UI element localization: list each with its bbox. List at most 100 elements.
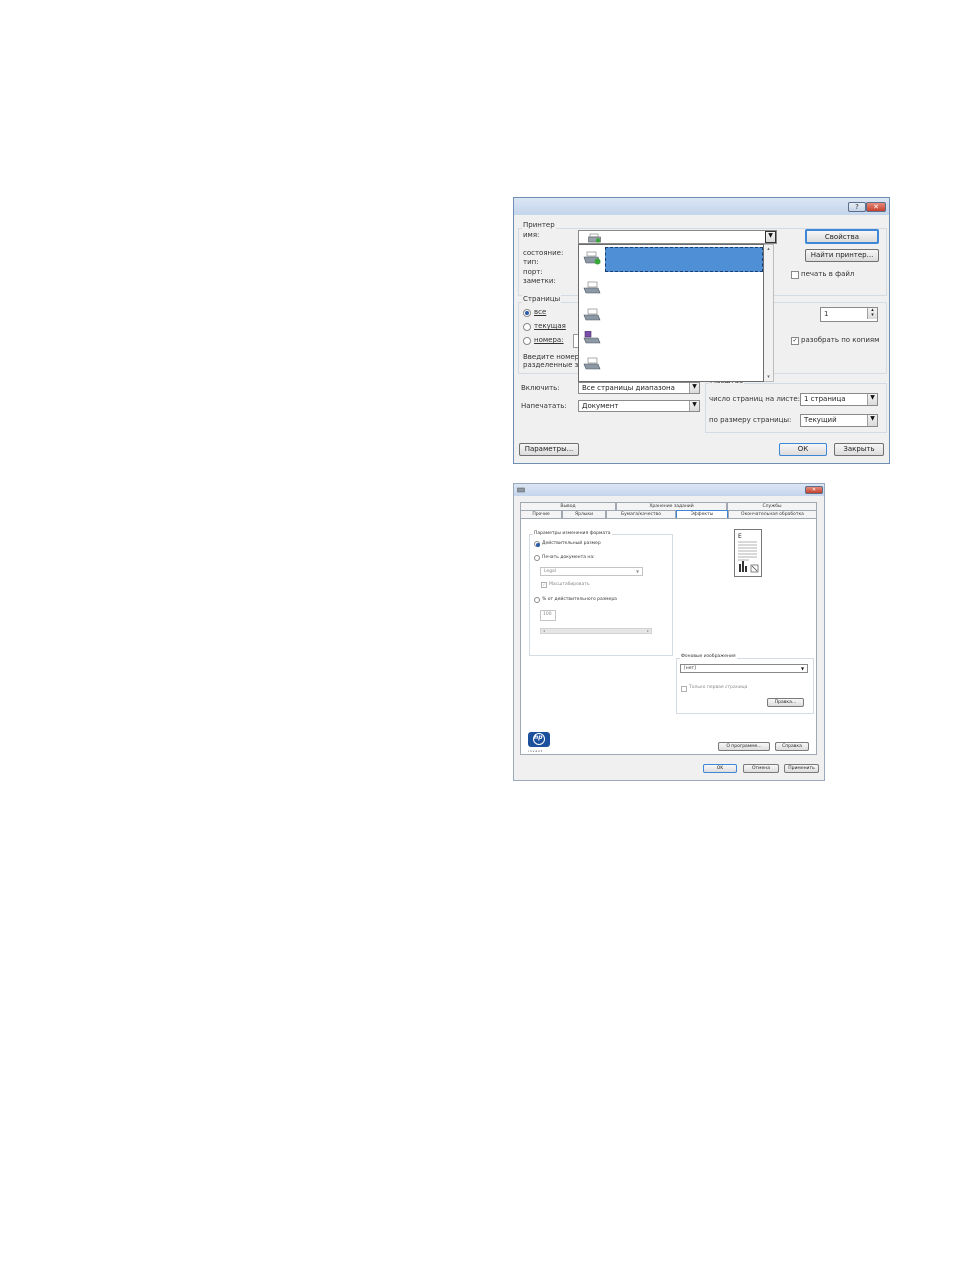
percent-slider[interactable]: ◂ ▸ [540,628,652,634]
scroll-down-icon[interactable]: ▾ [764,374,773,380]
printer-name-label: имя: [523,231,540,239]
tab-output[interactable]: Вывод [520,502,616,510]
scale-to-fit-label: Масштабировать [549,582,590,587]
hp-logo-text: hp [534,734,543,741]
chevron-down-icon[interactable]: ▼ [689,383,699,393]
include-label: Включить: [521,384,560,392]
scroll-up-icon[interactable]: ▴ [764,246,773,252]
printer-icon [583,281,601,294]
percent-value: 100 [543,612,552,617]
tab-label: Бумага/качество [621,512,661,517]
printer-name-select[interactable]: ▼ [578,230,777,244]
type-label: тип: [523,258,539,266]
print-dialog-titlebar [514,198,889,215]
print-what-select[interactable]: Документ ▼ [578,400,700,412]
close-icon[interactable]: ✕ [866,202,886,212]
dropdown-selected-item[interactable] [605,247,763,272]
about-button[interactable]: О программе... [718,742,770,751]
collate-checkbox[interactable]: ✓ [791,337,799,345]
pages-per-sheet-label: число страниц на листе: [709,395,800,403]
print-on-radio[interactable] [534,555,540,561]
actual-size-radio[interactable] [534,541,540,547]
paper-size-value: Legal [544,569,557,574]
actual-size-label: Действительный размер [542,541,601,546]
first-page-only-checkbox[interactable] [681,686,687,692]
paper-size-select[interactable]: Legal ▼ [540,567,643,576]
comment-label: заметки: [523,277,556,285]
cancel-button[interactable]: Отмена [743,764,779,773]
close-icon[interactable]: ✕ [805,486,823,494]
tab-label: Вывод [560,504,576,509]
dropdown-scrollbar[interactable]: ▴ ▾ [764,244,774,382]
document-preview-icon: E [738,533,759,573]
percent-input[interactable]: 100 [540,610,556,621]
tab-paper-quality[interactable]: Бумага/качество [606,510,676,518]
options-button[interactable]: Параметры... [519,443,579,456]
scale-to-paper-select[interactable]: Текущий ▼ [800,414,878,427]
percent-radio[interactable] [534,597,540,603]
chevron-down-icon[interactable]: ▼ [867,394,877,405]
page-numbers-radio[interactable] [523,337,531,345]
current-page-radio[interactable] [523,323,531,331]
print-dialog: ? ✕ Принтер имя: состояние: тип: порт: з… [513,197,890,464]
slider-left-icon[interactable]: ◂ [543,628,545,633]
help-button[interactable]: Справка [775,742,809,751]
pages-per-sheet-value: 1 страница [804,395,846,403]
include-select[interactable]: Все страницы диапазона ▼ [578,382,700,394]
printer-dropdown-list[interactable] [578,244,764,382]
all-pages-radio[interactable] [523,309,531,317]
print-to-file-label: печать в файл [801,270,855,278]
resize-group-label: Параметры изменения формата [533,531,612,536]
tab-shortcuts[interactable]: Ярлыки [562,510,606,518]
hp-invent-text: i n v e n t [528,749,543,753]
close-dialog-button[interactable]: Закрыть [834,443,884,456]
fax-printer-icon [583,331,601,344]
current-page-label: текущая [534,322,566,330]
tab-label: Эффекты [690,512,714,517]
pages-per-sheet-select[interactable]: 1 страница ▼ [800,393,878,406]
hp-logo: hp [528,732,550,747]
port-label: порт: [523,268,543,276]
slider-right-icon[interactable]: ▸ [647,628,649,633]
tab-label: Окончательная обработка [741,512,804,517]
chevron-down-icon[interactable]: ▼ [689,401,699,411]
find-printer-button[interactable]: Найти принтер... [805,249,879,262]
apply-button[interactable]: Применить [784,764,819,773]
help-button[interactable]: ? [848,202,866,212]
copies-value: 1 [824,310,829,318]
tab-job-storage[interactable]: Хранение заданий [616,502,727,510]
scale-to-fit-checkbox[interactable]: ✓ [541,582,547,588]
printer-group-label: Принтер [522,221,556,229]
tab-label: Хранение заданий [649,504,694,509]
properties-button[interactable]: Свойства [805,229,879,244]
printer-icon [583,251,601,265]
collate-label: разобрать по копиям [801,336,880,344]
tab-label: Ярлыки [574,512,594,517]
properties-dialog: ✕ Вывод Хранение заданий Службы Прочие Я… [513,483,825,781]
watermark-select[interactable]: [нет] ▼ [680,664,808,673]
printer-icon [517,487,525,493]
scale-to-paper-label: по размеру страницы: [709,416,792,424]
chevron-down-icon[interactable]: ▼ [867,415,877,426]
copies-input[interactable]: 1 ▴ ▾ [820,307,878,322]
printer-icon [583,308,601,321]
pages-group-label: Страницы [522,295,562,303]
page-preview: E [734,529,762,577]
ok-button[interactable]: OK [703,764,737,773]
edit-watermark-button[interactable]: Правка... [767,698,804,707]
page-numbers-hint-1: Введите номер [523,353,580,361]
chevron-down-icon[interactable]: ▼ [633,568,642,575]
printer-icon [583,357,601,370]
print-what-label: Напечатать: [521,402,567,410]
tab-finishing[interactable]: Окончательная обработка [728,510,817,518]
print-what-value: Документ [582,402,619,410]
chevron-down-icon[interactable]: ▼ [798,665,807,672]
tab-advanced[interactable]: Прочие [520,510,562,518]
print-to-file-checkbox[interactable] [791,271,799,279]
print-on-label: Печать документа на: [542,555,595,560]
copies-spinner[interactable]: ▴ ▾ [867,308,877,319]
chevron-down-icon[interactable]: ▼ [765,231,776,243]
ok-button[interactable]: ОК [779,443,827,456]
percent-label: % от действительного размера [542,597,617,602]
tab-services[interactable]: Службы [727,502,817,510]
